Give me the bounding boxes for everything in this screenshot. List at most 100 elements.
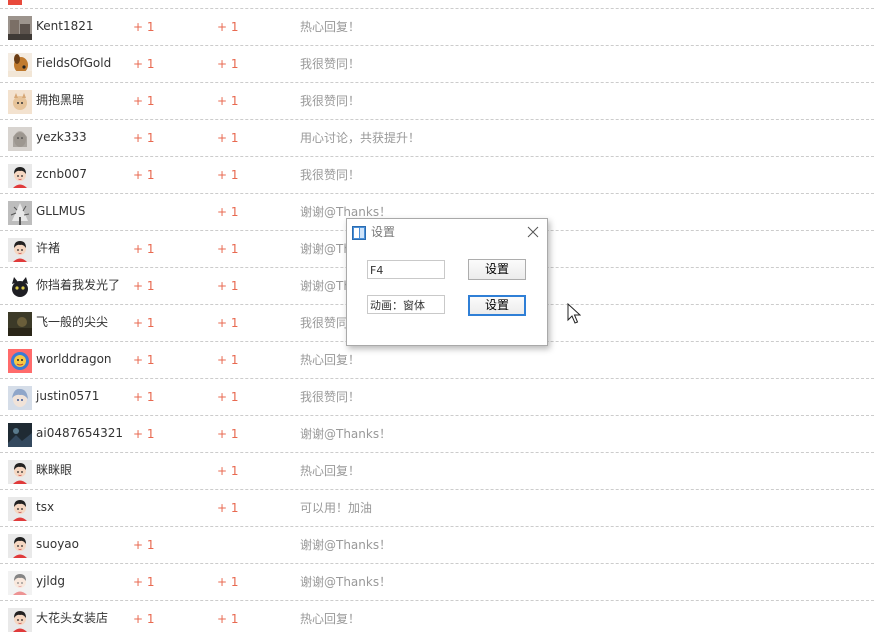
score-column-1: + 1 [133,242,155,256]
dog-avatar[interactable] [8,53,32,77]
window-app-icon [352,225,366,240]
score-column-1: + 1 [133,316,155,330]
score-column-1: + 1 [133,427,155,441]
username-link[interactable]: yjldg [36,573,65,589]
score-column-1: + 1 [133,57,155,71]
hotkey-field[interactable]: F4 [367,260,445,279]
close-icon[interactable] [524,223,542,241]
username-link[interactable]: 眯眯眼 [36,462,72,478]
row-divider [0,82,874,83]
row-divider [0,489,874,490]
score-column-1: + 1 [133,20,155,34]
dark-photo-avatar[interactable] [8,312,32,336]
username-link[interactable]: 大花头女装店 [36,610,108,626]
rating-reason: 热心回复！ [300,612,361,626]
rating-reason: 可以用！加油 [300,501,373,515]
default-avatar[interactable] [8,460,32,484]
row-divider [0,45,874,46]
anime-avatar[interactable] [8,386,32,410]
row-divider [0,452,874,453]
rating-row: yezk333 + 1 + 1 用心讨论，共获提升！ [0,119,874,156]
set-animation-button[interactable]: 设置 [468,295,526,316]
score-column-2: + 1 [217,427,239,441]
rating-reason: 我很赞同 [300,316,349,330]
score-column-1: + 1 [133,612,155,626]
avatar-partial [8,0,22,5]
rating-reason: 谢谢@Thanks！ [300,538,392,552]
row-divider [0,563,874,564]
row-divider [0,156,874,157]
rating-row: FieldsOfGold + 1 + 1 我很赞同！ [0,45,874,82]
black-cat-avatar[interactable] [8,275,32,299]
cartoon-avatar[interactable] [8,349,32,373]
score-column-1: + 1 [133,390,155,404]
page: Kent1821 + 1 + 1 热心回复！ FieldsOfGold + 1 + 1 我很赞… [0,0,874,632]
cat-avatar[interactable] [8,90,32,114]
photo-avatar-gray[interactable] [8,16,32,40]
score-column-2: + 1 [217,501,239,515]
username-link[interactable]: justin0571 [36,388,99,404]
score-column-1: + 1 [133,131,155,145]
username-link[interactable]: 许褚 [36,240,60,256]
score-column-2: + 1 [217,612,239,626]
username-link[interactable]: suoyao [36,536,79,552]
rating-reason: 我很赞同！ [300,57,361,71]
rating-row: Kent1821 + 1 + 1 热心回复！ [0,8,874,45]
set-hotkey-button[interactable]: 设置 [468,259,526,280]
mouse-cursor-icon [567,303,581,324]
default-avatar[interactable] [8,608,32,632]
default-avatar[interactable] [8,164,32,188]
rating-reason: 用心讨论，共获提升！ [300,131,421,145]
row-divider [0,415,874,416]
rating-reason: 热心回复！ [300,20,361,34]
rating-reason: 我很赞同！ [300,94,361,108]
settings-dialog: 设置 F4 设置 动画：窗体 设置 [346,218,548,346]
username-link[interactable]: tsx [36,499,54,515]
score-column-2: + 1 [217,242,239,256]
row-divider [0,8,874,9]
rating-reason: 热心回复！ [300,353,361,367]
rating-row: 大花头女装店 + 1 + 1 热心回复！ [0,600,874,632]
default-avatar[interactable] [8,534,32,558]
username-link[interactable]: worlddragon [36,351,112,367]
animation-field[interactable]: 动画：窗体 [367,295,445,314]
dark-scene-avatar[interactable] [8,423,32,447]
portrait-avatar[interactable] [8,127,32,151]
default-avatar[interactable] [8,497,32,521]
row-divider [0,600,874,601]
snow-tree-avatar[interactable] [8,201,32,225]
score-column-2: + 1 [217,131,239,145]
username-link[interactable]: GLLMUS [36,203,85,219]
rating-row: tsx + 1 可以用！加油 [0,489,874,526]
score-column-1: + 1 [133,94,155,108]
score-column-1: + 1 [133,538,155,552]
score-column-2: + 1 [217,20,239,34]
rating-reason: 谢谢@Th [300,279,351,293]
rating-row: worlddragon + 1 + 1 热心回复！ [0,341,874,378]
username-link[interactable]: ai0487654321 [36,425,123,441]
rating-row: 拥抱黑暗 + 1 + 1 我很赞同！ [0,82,874,119]
username-link[interactable]: 拥抱黑暗 [36,92,84,108]
rating-reason: 谢谢@Thanks！ [300,427,392,441]
username-link[interactable]: FieldsOfGold [36,55,111,71]
rating-reason: 谢谢@Th [300,242,351,256]
username-link[interactable]: zcnb007 [36,166,87,182]
rating-row: ai0487654321 + 1 + 1 谢谢@Thanks！ [0,415,874,452]
default-avatar-faded[interactable] [8,571,32,595]
score-column-1: + 1 [133,168,155,182]
default-avatar[interactable] [8,238,32,262]
username-link[interactable]: Kent1821 [36,18,94,34]
username-link[interactable]: 你挡着我发光了 [36,277,120,293]
username-link[interactable]: 飞一般的尖尖 [36,314,108,330]
score-column-2: + 1 [217,279,239,293]
dialog-titlebar[interactable]: 设置 [347,219,547,245]
rating-row: 眯眯眼 + 1 热心回复！ [0,452,874,489]
score-column-2: + 1 [217,94,239,108]
username-link[interactable]: yezk333 [36,129,87,145]
score-column-2: + 1 [217,168,239,182]
dialog-title: 设置 [371,225,396,239]
score-column-2: + 1 [217,353,239,367]
score-column-1: + 1 [133,279,155,293]
row-divider [0,526,874,527]
score-column-1: + 1 [133,353,155,367]
